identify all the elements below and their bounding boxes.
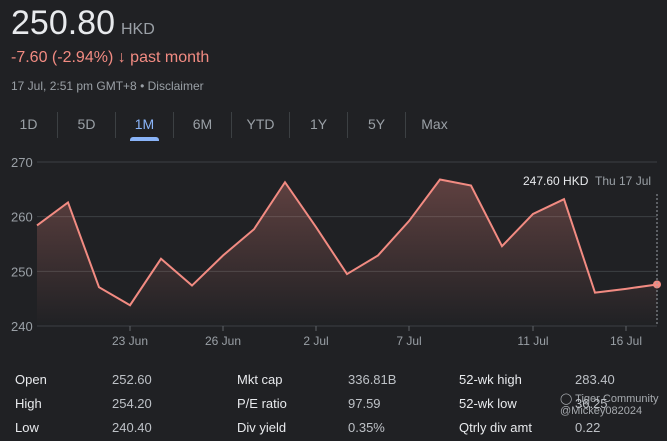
stat-label: 52-wk high [459,372,522,387]
separator: • [140,79,145,93]
tooltip-value: 247.60 HKD [523,174,589,188]
stat-label: Low [15,420,39,435]
y-tick-label: 250 [11,264,33,279]
watermark-user: @Mickey082024 [560,405,643,417]
stat-value: 336.81B [348,372,397,387]
current-price: 250.80 HKD [11,4,155,43]
tab-1m[interactable]: 1M [116,112,174,141]
tab-6m[interactable]: 6M [174,112,232,138]
stat-label: 52-wk low [459,396,517,411]
stat-label: High [15,396,42,411]
tiger-logo-icon: ◯ [560,393,576,405]
price-value: 250.80 [11,4,115,42]
price-chart[interactable]: 270 260 250 240 23 Jun 26 Jun 2 Jul 7 Jul 11 Jul… [0,150,667,360]
watermark: ◯ Tiger Community @Mickey082024 [560,392,659,417]
stat-label: Mkt cap [237,372,283,387]
x-tick-label: 16 Jul [610,334,642,348]
tooltip-date: Thu 17 Jul [595,174,651,188]
stat-value: 254.20 [112,396,152,411]
stat-value: 283.40 [575,372,615,387]
timestamp: 17 Jul, 2:51 pm GMT+8 [11,79,137,93]
x-tick-label: 2 Jul [303,334,328,348]
stat-label: Open [15,372,47,387]
tab-1y[interactable]: 1Y [290,112,348,138]
tab-5d[interactable]: 5D [58,112,116,138]
tab-max[interactable]: Max [406,112,463,138]
x-tick-label: 7 Jul [396,334,421,348]
stat-value: 252.60 [112,372,152,387]
y-tick-label: 260 [11,210,33,225]
x-tick-label: 23 Jun [112,334,148,348]
tab-5y[interactable]: 5Y [348,112,406,138]
tab-ytd[interactable]: YTD [232,112,290,138]
disclaimer-link[interactable]: Disclaimer [148,79,204,93]
price-change: -7.60 (-2.94%) ↓ past month [11,49,209,67]
stat-label: Div yield [237,420,287,435]
stat-label: Qtrly div amt [459,420,532,435]
change-period: past month [130,49,210,66]
stat-value: 0.35% [348,420,385,435]
arrow-down-icon: ↓ [117,49,126,66]
watermark-brand: Tiger Community [575,393,659,405]
x-tick-label: 11 Jul [517,334,548,348]
stat-value: 240.40 [112,420,152,435]
stat-label: P/E ratio [237,396,287,411]
tab-1d[interactable]: 1D [0,112,58,138]
stat-value: 97.59 [348,396,381,411]
x-tick-label: 26 Jun [205,334,241,348]
y-tick-label: 240 [11,319,33,334]
y-tick-label: 270 [11,155,33,170]
stat-value: 0.22 [575,420,601,435]
range-tabs: 1D 5D 1M 6M YTD 1Y 5Y Max [0,112,463,141]
timestamp-line: 17 Jul, 2:51 pm GMT+8 • Disclaimer [11,79,204,93]
currency: HKD [121,21,155,38]
change-value: -7.60 (-2.94%) [11,49,114,66]
